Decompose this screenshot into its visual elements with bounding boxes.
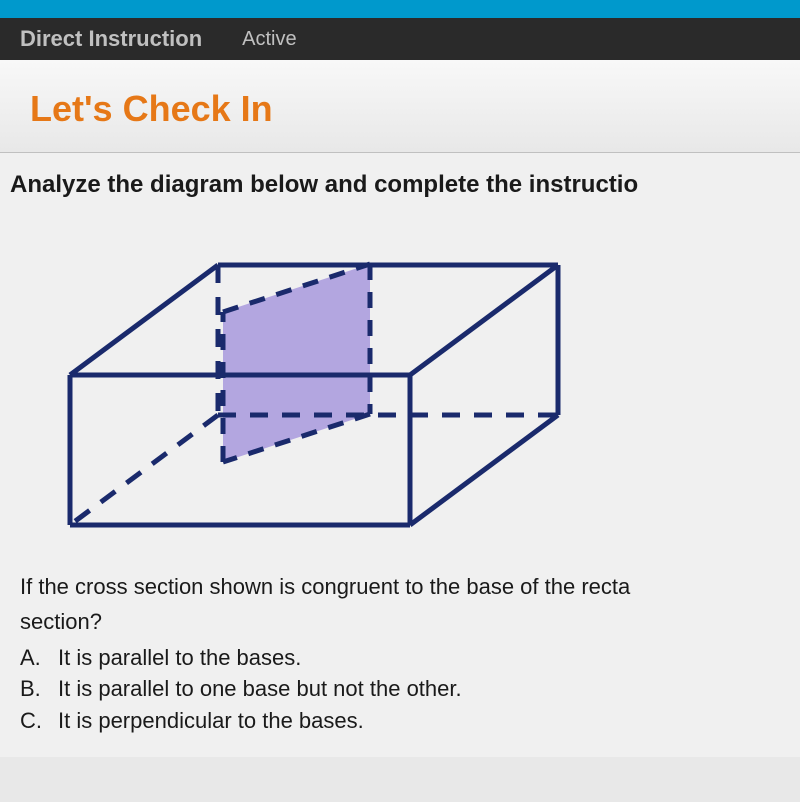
prompt-line-2: section? [20, 607, 790, 638]
option-letter: A. [20, 642, 58, 674]
navigation-bar: Direct Instruction Active [0, 18, 800, 60]
instruction-text: Analyze the diagram below and complete t… [10, 171, 790, 199]
answer-options: A. It is parallel to the bases. B. It is… [10, 642, 790, 738]
content-area: Let's Check In Analyze the diagram below… [0, 60, 800, 802]
prompt-line-1: If the cross section shown is congruent … [20, 572, 790, 603]
option-text: It is parallel to the bases. [58, 642, 301, 674]
nav-direct-instruction[interactable]: Direct Instruction [20, 26, 202, 52]
diagram-container [10, 217, 790, 547]
option-letter: B. [20, 673, 58, 705]
option-a[interactable]: A. It is parallel to the bases. [20, 642, 790, 674]
option-b[interactable]: B. It is parallel to one base but not th… [20, 673, 790, 705]
header-section: Let's Check In [0, 60, 800, 153]
option-letter: C. [20, 705, 58, 737]
question-prompt: If the cross section shown is congruent … [10, 572, 790, 638]
prism-diagram [40, 217, 580, 547]
option-text: It is perpendicular to the bases. [58, 705, 364, 737]
option-text: It is parallel to one base but not the o… [58, 673, 462, 705]
nav-active[interactable]: Active [242, 28, 296, 51]
top-blue-bar [0, 0, 800, 18]
question-section: Analyze the diagram below and complete t… [0, 153, 800, 757]
page-title: Let's Check In [30, 88, 770, 130]
option-c[interactable]: C. It is perpendicular to the bases. [20, 705, 790, 737]
